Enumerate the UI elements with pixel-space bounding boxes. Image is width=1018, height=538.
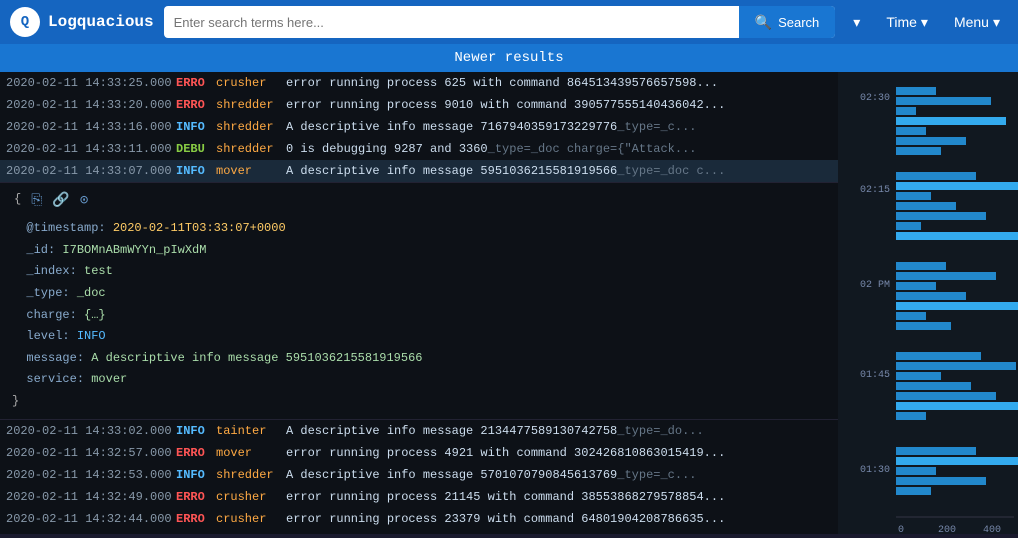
log-row[interactable]: 2020-02-11 14:32:57.000 ERRO mover error…	[0, 442, 838, 464]
field-id: _id: I7BOMnABmWYYn_pIwXdM	[12, 240, 830, 262]
log-row[interactable]: 2020-02-11 14:33:20.000 ERRO shredder er…	[0, 94, 838, 116]
link-icon[interactable]: 🔗	[52, 189, 69, 214]
expanded-detail: { ⎘ 🔗 ⊙ @timestamp: 2020-02-11T03:33:07+…	[0, 182, 838, 420]
svg-text:200: 200	[938, 525, 956, 534]
dropdown-button[interactable]: ▾	[845, 14, 868, 31]
log-row[interactable]: 2020-02-11 14:33:02.000 INFO tainter A d…	[0, 420, 838, 442]
svg-text:400: 400	[983, 525, 1001, 534]
newer-results-banner[interactable]: Newer results	[0, 44, 1018, 72]
app-title: Logquacious	[48, 13, 154, 31]
log-row[interactable]: 2020-02-11 14:32:40.000 ERRO mover error…	[0, 530, 838, 534]
logo-icon: Q	[10, 7, 40, 37]
log-row[interactable]: 2020-02-11 14:32:44.000 ERRO crusher err…	[0, 508, 838, 530]
search-button[interactable]: 🔍 Search	[739, 6, 836, 38]
log-row[interactable]: 2020-02-11 14:33:25.000 ERRO crusher err…	[0, 72, 838, 94]
svg-text:0: 0	[898, 525, 904, 534]
svg-text:02:15: 02:15	[860, 185, 890, 196]
main-area: 2020-02-11 14:33:25.000 ERRO crusher err…	[0, 72, 1018, 534]
copy-icon[interactable]: ⎘	[31, 189, 42, 214]
histogram-panel: 02:30 02:15 02 PM 01:45 01:30	[838, 72, 1018, 534]
field-level: level: INFO	[12, 326, 830, 348]
svg-text:01:30: 01:30	[860, 465, 890, 476]
expand-icon[interactable]: ⊙	[80, 189, 88, 214]
menu-chevron-icon: ▾	[993, 14, 1000, 31]
svg-text:01:45: 01:45	[860, 370, 890, 381]
time-button[interactable]: Time ▾	[878, 14, 936, 31]
search-area: 🔍 Search	[164, 6, 836, 38]
svg-text:02 PM: 02 PM	[860, 280, 890, 291]
log-panel[interactable]: 2020-02-11 14:33:25.000 ERRO crusher err…	[0, 72, 838, 534]
search-input[interactable]	[164, 15, 739, 30]
navbar: Q Logquacious 🔍 Search ▾ Time ▾ Menu ▾	[0, 0, 1018, 44]
time-chevron-icon: ▾	[921, 14, 928, 31]
field-index: _index: test	[12, 261, 830, 283]
field-service: service: mover	[12, 369, 830, 391]
histogram-chart: 02:30 02:15 02 PM 01:45 01:30	[838, 72, 1018, 534]
log-row[interactable]: 2020-02-11 14:32:49.000 ERRO crusher err…	[0, 486, 838, 508]
search-icon: 🔍	[755, 14, 772, 31]
log-row[interactable]: 2020-02-11 14:33:16.000 INFO shredder A …	[0, 116, 838, 138]
log-row-selected[interactable]: 2020-02-11 14:33:07.000 INFO mover A des…	[0, 160, 838, 182]
field-message: message: A descriptive info message 5951…	[12, 348, 830, 370]
svg-text:02:30: 02:30	[860, 93, 890, 104]
log-row[interactable]: 2020-02-11 14:33:11.000 DEBU shredder 0 …	[0, 138, 838, 160]
expanded-toolbar: { ⎘ 🔗 ⊙	[12, 189, 830, 214]
field-timestamp: @timestamp: 2020-02-11T03:33:07+0000	[12, 218, 830, 240]
log-row[interactable]: 2020-02-11 14:32:53.000 INFO shredder A …	[0, 464, 838, 486]
logo-area: Q Logquacious	[10, 7, 154, 37]
menu-button[interactable]: Menu ▾	[946, 14, 1008, 31]
field-charge: charge: {…}	[12, 305, 830, 327]
field-type: _type: _doc	[12, 283, 830, 305]
